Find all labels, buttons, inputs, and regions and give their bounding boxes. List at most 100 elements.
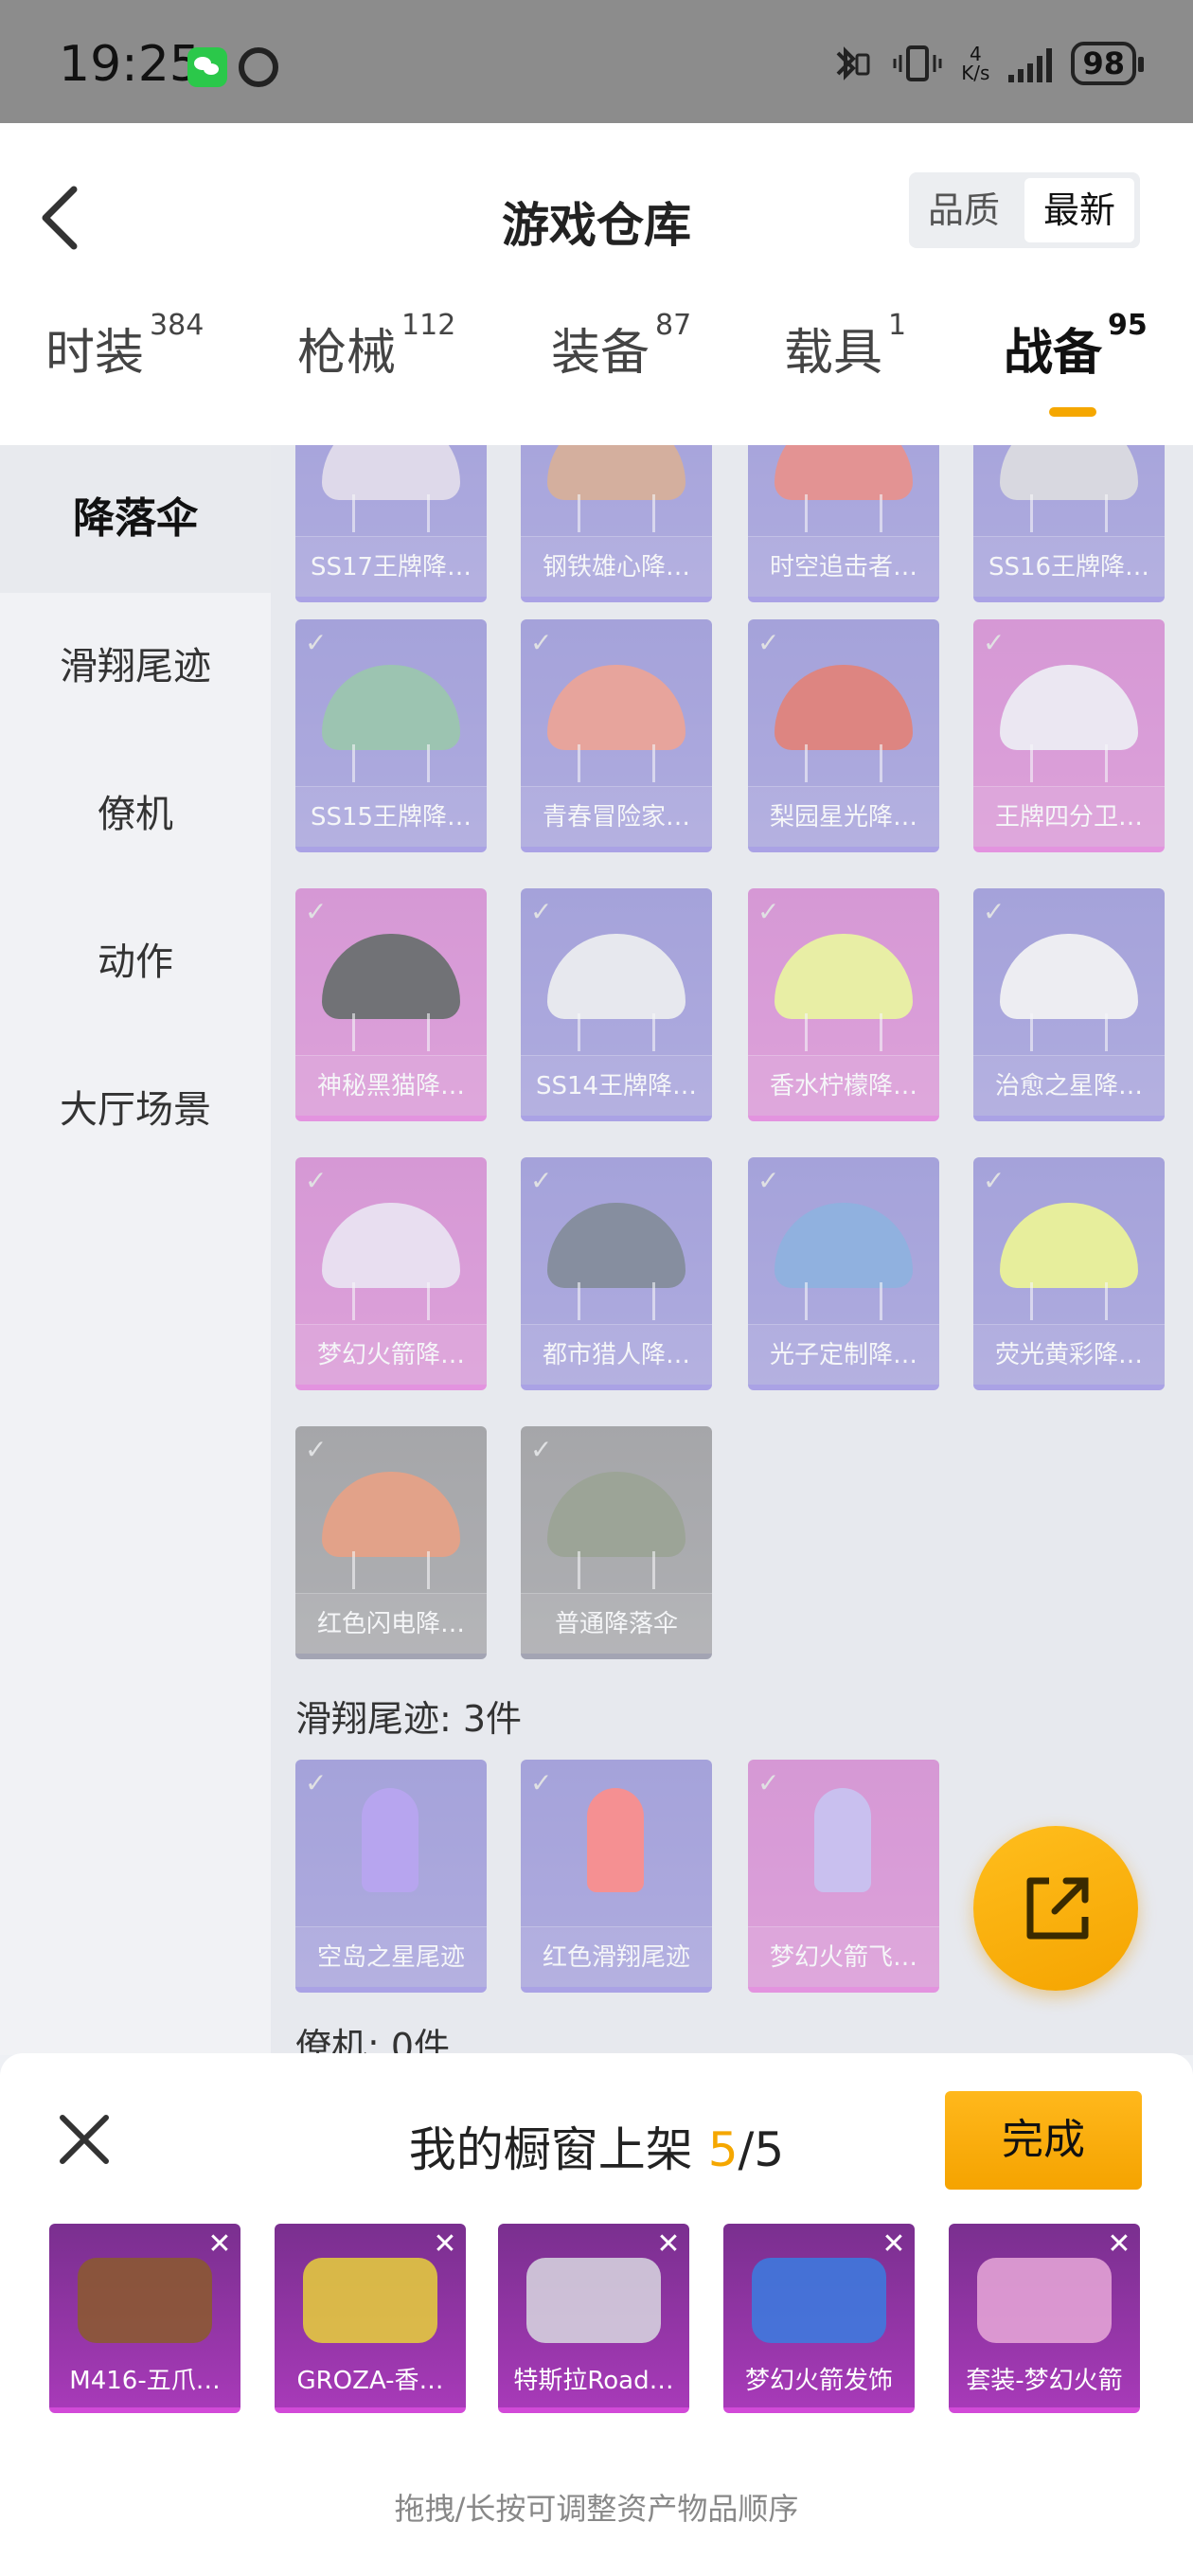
net-speed-value: 4: [969, 43, 982, 65]
showcase-item[interactable]: ✕ 套装-梦幻火箭: [949, 2224, 1140, 2413]
parachute-lines: [578, 494, 655, 532]
parachute-lines: [1030, 494, 1108, 532]
parachute-card[interactable]: ✓ 普通降落伞: [521, 1426, 712, 1659]
parachute-card[interactable]: ✓ 神秘黑猫降…: [295, 888, 487, 1121]
parachute-lines: [1030, 744, 1108, 782]
checkmark-icon: ✓: [983, 627, 1006, 658]
section-label-trails: 滑翔尾迹: 3件: [295, 1698, 523, 1740]
parachute-icon: [322, 1472, 460, 1557]
parachute-icon: [322, 934, 460, 1019]
battery-level: 98: [1082, 45, 1125, 81]
trail-card[interactable]: ✓ 空岛之星尾迹: [295, 1760, 487, 1993]
showcase-title-text: 我的橱窗上架: [408, 2122, 708, 2177]
showcase-item[interactable]: ✕ GROZA-香…: [275, 2224, 466, 2413]
checkmark-icon: ✓: [757, 896, 780, 927]
checkmark-icon: ✓: [530, 1434, 553, 1465]
parachute-icon: [1000, 1203, 1138, 1288]
checkmark-icon: ✓: [983, 896, 1006, 927]
tab-guns[interactable]: 枪械 112: [297, 309, 455, 384]
parachute-card[interactable]: ✓ SS14王牌降…: [521, 888, 712, 1121]
tab-vehicles[interactable]: 载具 1: [784, 309, 906, 384]
parachute-card[interactable]: ✓ 青春冒险家…: [521, 619, 712, 852]
parachute-card[interactable]: ✓ 都市猎人降…: [521, 1157, 712, 1390]
tab-label: 载具: [784, 325, 883, 382]
remove-item-icon[interactable]: ✕: [428, 2227, 462, 2262]
parachute-icon: [322, 1203, 460, 1288]
parachute-card[interactable]: ✓钢铁雄心降…: [521, 445, 712, 602]
card-label: 神秘黑猫降…: [295, 1055, 487, 1116]
net-speed: 4 K/s: [961, 45, 989, 82]
showcase-item[interactable]: ✕ 特斯拉Road…: [498, 2224, 689, 2413]
sidebar-item-parachute[interactable]: 降落伞: [0, 445, 271, 593]
parachute-icon: [322, 665, 460, 750]
item-thumbnail: [977, 2258, 1112, 2343]
category-tabs: 时装 384 枪械 112 装备 87 载具 1 战备 95: [0, 309, 1193, 417]
tab-outfits[interactable]: 时装 384: [45, 309, 204, 384]
parachute-lines: [352, 1013, 430, 1051]
sidebar-item-glide-trail[interactable]: 滑翔尾迹: [0, 593, 271, 741]
parachute-card[interactable]: ✓ 梦幻火箭降…: [295, 1157, 487, 1390]
parachute-icon: [547, 445, 686, 500]
trail-card[interactable]: ✓ 梦幻火箭飞…: [748, 1760, 939, 1993]
tab-label: 装备: [551, 325, 650, 382]
parachute-lines: [1030, 1282, 1108, 1320]
status-time: 19:25: [59, 36, 201, 93]
parachute-card[interactable]: ✓ 香水柠檬降…: [748, 888, 939, 1121]
parachute-card[interactable]: ✓ 治愈之星降…: [973, 888, 1165, 1121]
sidebar: 降落伞 滑翔尾迹 僚机 动作 大厅场景: [0, 445, 271, 2055]
parachute-card[interactable]: ✓SS16王牌降…: [973, 445, 1165, 602]
parachute-card[interactable]: ✓ 荧光黄彩降…: [973, 1157, 1165, 1390]
checkmark-icon: ✓: [757, 1767, 780, 1798]
trail-card[interactable]: ✓ 红色滑翔尾迹: [521, 1760, 712, 1993]
card-label: 光子定制降…: [748, 1324, 939, 1385]
share-fab[interactable]: [973, 1826, 1138, 1991]
vibrate-icon: [893, 45, 942, 81]
remove-item-icon[interactable]: ✕: [1102, 2227, 1136, 2262]
parachute-lines: [805, 494, 882, 532]
card-label: 梦幻火箭降…: [295, 1324, 487, 1385]
trail-icon: [814, 1788, 871, 1892]
showcase-count-current: 5: [707, 2122, 739, 2177]
tab-equipment[interactable]: 装备 87: [551, 309, 691, 384]
sidebar-item-wingman[interactable]: 僚机: [0, 741, 271, 888]
sidebar-item-emote[interactable]: 动作: [0, 888, 271, 1036]
sidebar-item-lobby-scene[interactable]: 大厅场景: [0, 1036, 271, 1184]
done-button[interactable]: 完成: [945, 2091, 1142, 2190]
card-label: 都市猎人降…: [521, 1324, 712, 1385]
parachute-card[interactable]: ✓ 王牌四分卫…: [973, 619, 1165, 852]
checkmark-icon: ✓: [305, 896, 328, 927]
sort-option-newest[interactable]: 最新: [1024, 178, 1134, 242]
parachute-card[interactable]: ✓ 红色闪电降…: [295, 1426, 487, 1659]
remove-item-icon[interactable]: ✕: [203, 2227, 237, 2262]
tab-combat-gear[interactable]: 战备 95: [1004, 309, 1148, 384]
parachute-lines: [352, 744, 430, 782]
parachute-lines: [805, 1282, 882, 1320]
showcase-panel: 我的橱窗上架 5/5 完成 ✕ M416-五爪… ✕ GROZA-香… ✕ 特斯拉Road…: [0, 2053, 1193, 2576]
card-label: 红色闪电降…: [295, 1593, 487, 1654]
showcase-item[interactable]: ✕ 梦幻火箭发饰: [723, 2224, 915, 2413]
parachute-card[interactable]: ✓时空追击者…: [748, 445, 939, 602]
reorder-hint: 拖拽/长按可调整资产物品顺序: [394, 2491, 799, 2527]
showcase-count-total: /5: [738, 2122, 785, 2177]
parachute-lines: [352, 1282, 430, 1320]
parachute-card[interactable]: ✓ 梨园星光降…: [748, 619, 939, 852]
showcase-item[interactable]: ✕ M416-五爪…: [49, 2224, 240, 2413]
parachute-icon: [1000, 934, 1138, 1019]
parachute-card[interactable]: ✓SS17王牌降…: [295, 445, 487, 602]
remove-item-icon[interactable]: ✕: [877, 2227, 911, 2262]
parachute-card[interactable]: ✓ SS15王牌降…: [295, 619, 487, 852]
card-label: 梦幻火箭飞…: [748, 1926, 939, 1987]
parachute-card[interactable]: ✓ 光子定制降…: [748, 1157, 939, 1390]
parachute-icon: [1000, 665, 1138, 750]
checkmark-icon: ✓: [305, 627, 328, 658]
parachute-lines: [805, 744, 882, 782]
card-label: 时空追击者…: [748, 536, 939, 597]
checkmark-icon: ✓: [305, 1434, 328, 1465]
tab-count: 112: [401, 309, 456, 342]
remove-item-icon[interactable]: ✕: [651, 2227, 686, 2262]
tab-count: 87: [655, 309, 692, 342]
active-tab-indicator: [1049, 407, 1096, 417]
parachute-lines: [805, 1013, 882, 1051]
parachute-icon: [775, 665, 913, 750]
sort-option-quality[interactable]: 品质: [909, 172, 1019, 248]
